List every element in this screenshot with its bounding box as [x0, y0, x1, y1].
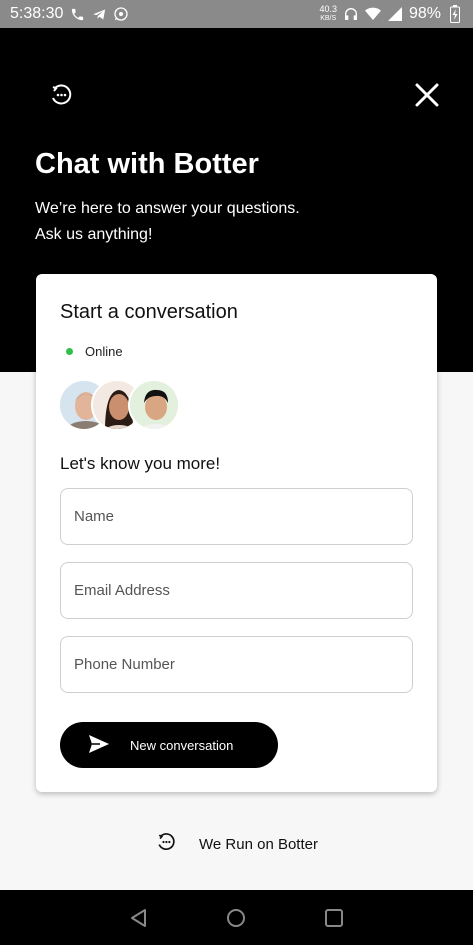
whatsapp-icon	[113, 6, 129, 22]
chat-title: Chat with Botter	[35, 148, 259, 180]
signal-icon	[387, 6, 403, 22]
phone-icon	[69, 6, 85, 22]
chat-subtitle-line-2: Ask us anything!	[35, 226, 153, 243]
online-status-label: Online	[85, 344, 123, 359]
send-icon	[88, 734, 110, 757]
new-conversation-label: New conversation	[130, 737, 234, 753]
botter-logo-icon	[48, 82, 74, 108]
status-bar: 5:38:30 40.3 KB/S 98%	[0, 0, 473, 28]
botter-logo-icon	[155, 831, 177, 857]
back-icon[interactable]	[119, 898, 159, 938]
footer-text: We Run on Botter	[199, 835, 318, 853]
chat-subtitle-line-1: We’re here to answer your questions.	[35, 200, 300, 217]
phone-field[interactable]	[60, 636, 413, 693]
email-field[interactable]	[60, 562, 413, 619]
start-conversation-card: Start a conversation Online Let's know y…	[36, 274, 437, 792]
online-dot-icon	[66, 348, 73, 355]
network-speed: 40.3 KB/S	[319, 5, 337, 23]
network-speed-unit: KB/S	[320, 15, 337, 22]
close-icon[interactable]	[412, 80, 442, 110]
headphones-icon	[343, 6, 359, 22]
recents-icon[interactable]	[314, 898, 354, 938]
wifi-icon	[364, 6, 381, 22]
status-bar-left: 5:38:30	[10, 5, 129, 23]
home-icon[interactable]	[216, 898, 256, 938]
telegram-icon	[91, 6, 107, 22]
battery-charging-icon	[447, 5, 463, 23]
form-prompt: Let's know you more!	[60, 454, 221, 473]
powered-by-footer: We Run on Botter	[0, 824, 473, 864]
agent-avatars	[58, 379, 218, 433]
battery-percent: 98%	[408, 5, 441, 22]
new-conversation-button[interactable]: New conversation	[60, 722, 278, 768]
network-speed-value: 40.3	[319, 4, 337, 14]
status-time: 5:38:30	[10, 5, 64, 22]
chat-subtitle: We’re here to answer your questions. Ask…	[35, 196, 300, 248]
avatar	[128, 379, 180, 431]
card-title: Start a conversation	[60, 301, 238, 323]
name-field[interactable]	[60, 488, 413, 545]
online-status: Online	[66, 344, 123, 359]
status-bar-right: 40.3 KB/S 98%	[319, 5, 463, 23]
system-nav-bar	[0, 890, 473, 945]
